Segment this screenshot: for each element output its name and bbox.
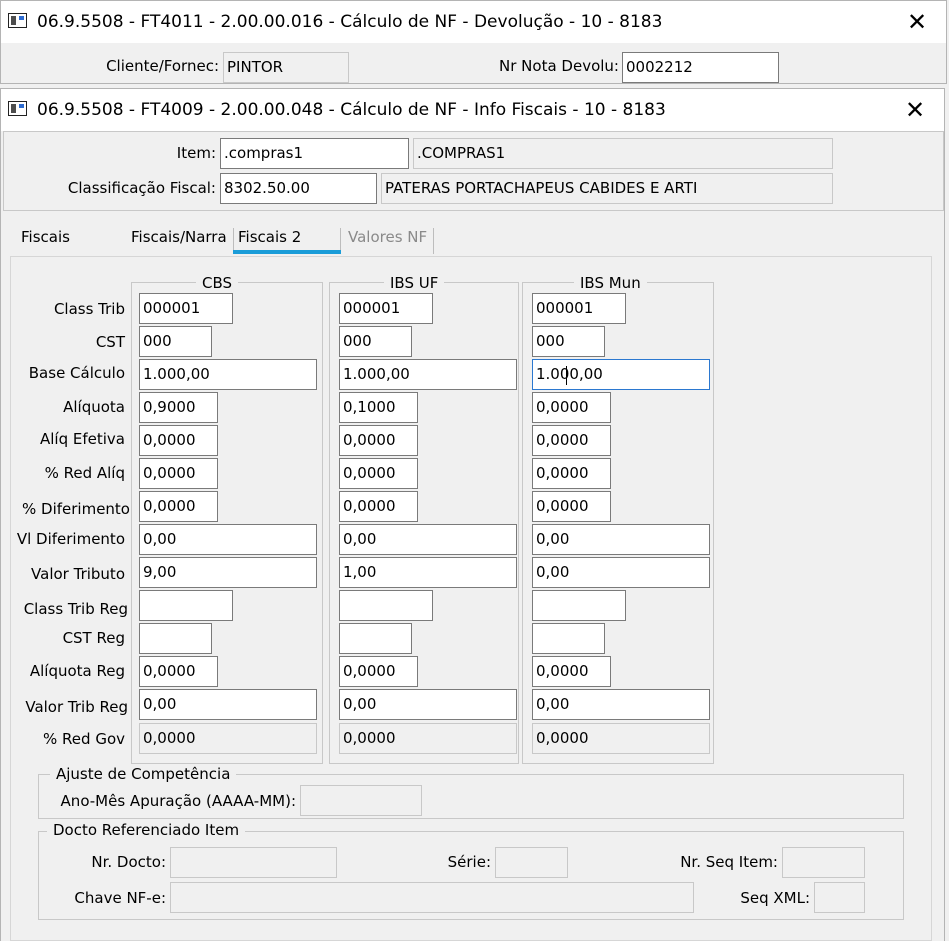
serie-label: Série:: [447, 853, 491, 871]
cliente-fornec-label: Cliente/Fornec:: [106, 57, 219, 75]
ibs-mun-cst-reg-field[interactable]: [532, 623, 605, 654]
ajuste-competencia-title: Ajuste de Competência: [50, 765, 237, 783]
tab-fiscais-narra[interactable]: Fiscais/Narra: [131, 228, 234, 254]
aliquota-reg-label: Alíquota Reg: [29, 662, 125, 680]
ibs-uf-group-title: IBS UF: [384, 274, 445, 292]
cbs-cst-reg-field[interactable]: [139, 623, 212, 654]
seq-xml-label: Seq XML:: [740, 889, 810, 907]
nr-seq-item-label: Nr. Seq Item:: [680, 853, 778, 871]
ibs-uf-cst-reg-field[interactable]: [339, 623, 412, 654]
ibs-uf-aliquota-reg-field[interactable]: 0,0000: [339, 656, 418, 687]
ibs-uf-vl-diferimento-field[interactable]: 0,00: [339, 524, 517, 555]
devolucao-window: 06.9.5508 - FT4011 - 2.00.00.016 - Cálcu…: [0, 0, 947, 84]
class-trib-reg-label: Class Trib Reg: [23, 600, 128, 618]
nr-docto-field[interactable]: [170, 847, 337, 878]
info-fiscais-titlebar: 06.9.5508 - FT4009 - 2.00.00.048 - Cálcu…: [1, 89, 944, 131]
ibs-uf-base-calculo-field[interactable]: 1.000,00: [339, 359, 517, 390]
tab-valores-nf[interactable]: Valores NF: [348, 228, 435, 254]
ibs-uf-red-aliq-field[interactable]: 0,0000: [339, 458, 418, 489]
serie-field[interactable]: [495, 847, 568, 878]
nr-seq-item-field[interactable]: [782, 847, 865, 878]
item-field[interactable]: .compras1: [220, 138, 409, 169]
docto-referenciado-title: Docto Referenciado Item: [47, 821, 246, 839]
cbs-cst-field[interactable]: 000: [139, 326, 212, 357]
window-icon: [8, 13, 27, 28]
ibs-mun-class-trib-field[interactable]: 000001: [532, 293, 626, 324]
ibs-mun-base-calculo-field[interactable]: 1.000,00: [532, 359, 710, 390]
close-icon[interactable]: ✕: [900, 95, 930, 125]
cliente-fornec-field[interactable]: PINTOR: [223, 52, 349, 83]
active-tab-indicator: [233, 250, 341, 254]
classificacao-fiscal-label: Classificação Fiscal:: [67, 179, 216, 197]
ibs-mun-red-aliq-field[interactable]: 0,0000: [532, 458, 611, 489]
nr-nota-devolu-label: Nr Nota Devolu:: [499, 57, 619, 75]
ibs-uf-cst-field[interactable]: 000: [339, 326, 412, 357]
ibs-mun-class-trib-reg-field[interactable]: [532, 590, 626, 621]
ibs-uf-red-gov-field: 0,0000: [339, 723, 517, 754]
devolucao-titlebar: 06.9.5508 - FT4011 - 2.00.00.016 - Cálcu…: [1, 1, 946, 43]
chave-nfe-field[interactable]: [170, 882, 694, 913]
cbs-red-gov-field: 0,0000: [139, 723, 317, 754]
diferimento-label: % Diferimento: [22, 500, 130, 518]
aliq-efetiva-label: Alíq Efetiva: [40, 430, 125, 448]
cbs-aliquota-field[interactable]: 0,9000: [139, 392, 218, 423]
ibs-mun-valor-trib-reg-field[interactable]: 0,00: [532, 689, 710, 720]
ibs-mun-vl-diferimento-field[interactable]: 0,00: [532, 524, 710, 555]
ibs-uf-aliq-efetiva-field[interactable]: 0,0000: [339, 425, 418, 456]
ibs-mun-group-title: IBS Mun: [574, 274, 647, 292]
cbs-base-calculo-field[interactable]: 1.000,00: [139, 359, 317, 390]
cbs-vl-diferimento-field[interactable]: 0,00: [139, 524, 317, 555]
chave-nfe-label: Chave NF-e:: [74, 889, 166, 907]
classificacao-fiscal-field[interactable]: 8302.50.00: [220, 173, 377, 204]
aliquota-label: Alíquota: [63, 398, 125, 416]
red-gov-label: % Red Gov: [43, 730, 125, 748]
cbs-aliq-efetiva-field[interactable]: 0,0000: [139, 425, 218, 456]
cbs-valor-tributo-field[interactable]: 9,00: [139, 557, 317, 588]
text-caret: [566, 366, 567, 385]
window-icon: [8, 101, 27, 116]
item-label: Item:: [176, 144, 216, 162]
cbs-aliquota-reg-field[interactable]: 0,0000: [139, 656, 218, 687]
cbs-diferimento-field[interactable]: 0,0000: [139, 491, 218, 522]
devolucao-window-title: 06.9.5508 - FT4011 - 2.00.00.016 - Cálcu…: [37, 12, 663, 32]
info-fiscais-window-title: 06.9.5508 - FT4009 - 2.00.00.048 - Cálcu…: [37, 100, 666, 120]
nr-nota-devolu-field[interactable]: 0002212: [622, 52, 779, 83]
ibs-mun-aliq-efetiva-field[interactable]: 0,0000: [532, 425, 611, 456]
ibs-mun-valor-tributo-field[interactable]: 0,00: [532, 557, 710, 588]
cbs-group-title: CBS: [196, 274, 239, 292]
ibs-mun-cst-field[interactable]: 000: [532, 326, 605, 357]
ibs-mun-red-gov-field: 0,0000: [532, 723, 710, 754]
cbs-red-aliq-field[interactable]: 0,0000: [139, 458, 218, 489]
tab-fiscais[interactable]: Fiscais: [21, 228, 70, 254]
valor-tributo-label: Valor Tributo: [31, 565, 125, 583]
vl-diferimento-label: Vl Diferimento: [16, 530, 125, 548]
ibs-uf-diferimento-field[interactable]: 0,0000: [339, 491, 418, 522]
close-icon[interactable]: ✕: [902, 7, 932, 37]
ibs-uf-valor-trib-reg-field[interactable]: 0,00: [339, 689, 517, 720]
ibs-uf-aliquota-field[interactable]: 0,1000: [339, 392, 418, 423]
valor-trib-reg-label: Valor Trib Reg: [25, 698, 128, 716]
item-description-field: .COMPRAS1: [413, 138, 833, 169]
classificacao-fiscal-description-field: PATERAS PORTACHAPEUS CABIDES E ARTI: [381, 173, 833, 204]
ibs-mun-aliquota-field[interactable]: 0,0000: [532, 392, 611, 423]
cbs-class-trib-reg-field[interactable]: [139, 590, 233, 621]
red-aliq-label: % Red Alíq: [44, 464, 125, 482]
ibs-uf-class-trib-field[interactable]: 000001: [339, 293, 433, 324]
cbs-valor-trib-reg-field[interactable]: 0,00: [139, 689, 317, 720]
cst-reg-label: CST Reg: [62, 629, 125, 647]
base-calculo-label: Base Cálculo: [28, 364, 125, 382]
ibs-uf-class-trib-reg-field[interactable]: [339, 590, 433, 621]
cbs-class-trib-field[interactable]: 000001: [139, 293, 233, 324]
ibs-mun-aliquota-reg-field[interactable]: 0,0000: [532, 656, 611, 687]
nr-docto-label: Nr. Docto:: [91, 853, 166, 871]
class-trib-label: Class Trib: [53, 300, 125, 318]
ibs-mun-diferimento-field[interactable]: 0,0000: [532, 491, 611, 522]
cst-label: CST: [95, 333, 125, 351]
seq-xml-field[interactable]: [814, 882, 865, 913]
ano-mes-apuracao-field[interactable]: [300, 785, 422, 816]
ibs-uf-valor-tributo-field[interactable]: 1,00: [339, 557, 517, 588]
ano-mes-apuracao-label: Ano-Mês Apuração (AAAA-MM):: [60, 792, 296, 810]
